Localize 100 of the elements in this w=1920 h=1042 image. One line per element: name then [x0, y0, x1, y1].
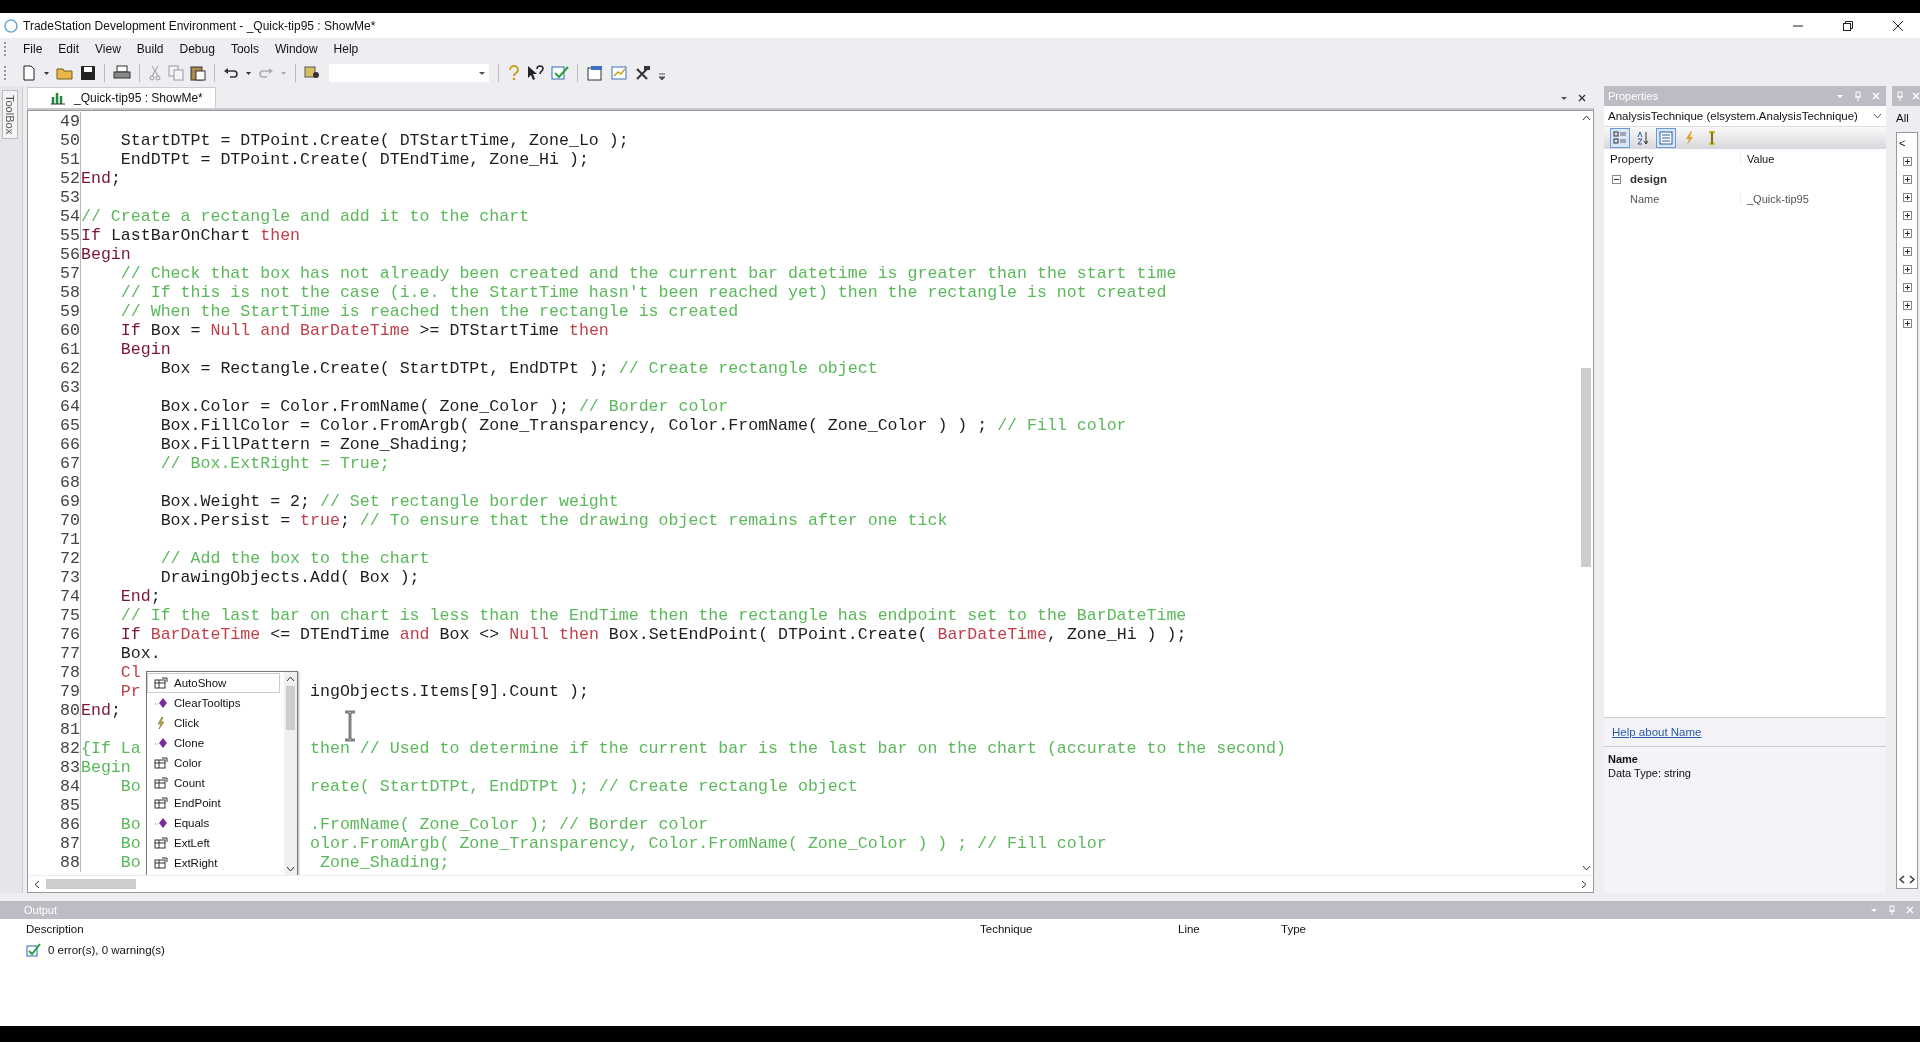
column-header[interactable]: Technique: [980, 923, 1033, 935]
line-number: 59: [59, 302, 81, 321]
dropdown-arrow-icon[interactable]: [1560, 94, 1568, 102]
property-value[interactable]: _Quick-tip95: [1740, 192, 1809, 205]
scroll-up-icon[interactable]: [286, 676, 295, 682]
property-name[interactable]: Name: [1604, 192, 1740, 205]
scrollbar-thumb[interactable]: [46, 879, 136, 889]
bar-chart-icon: [50, 91, 66, 105]
toolbox-tab[interactable]: ToolBox: [2, 90, 18, 140]
code-line: Box.FillColor = Color.FromArgb( Zone_Transparency, Color.FromName( Zone_Color ) ) ; // Fill color: [159, 416, 1127, 435]
nav-button[interactable]: <: [1899, 137, 1906, 149]
close-icon[interactable]: [1578, 94, 1586, 102]
restore-icon[interactable]: [1842, 19, 1854, 32]
expand-icon[interactable]: [1903, 229, 1912, 238]
output-message: 0 error(s), 0 warning(s): [48, 944, 165, 956]
description-text: Data Type: string: [1608, 767, 1692, 779]
column-header[interactable]: Type: [1281, 923, 1306, 935]
line-number: 67: [59, 454, 81, 473]
expand-icon[interactable]: [1903, 175, 1912, 184]
autocomplete-item[interactable]: Color: [147, 753, 284, 773]
expand-icon[interactable]: [1903, 265, 1912, 274]
scroll-down-icon[interactable]: [1581, 865, 1591, 871]
menu-item[interactable]: View: [87, 42, 129, 56]
autocomplete-item[interactable]: Clone: [147, 733, 284, 753]
lightning-icon: [154, 717, 168, 729]
autocomplete-item[interactable]: Count: [147, 773, 284, 793]
verify-icon[interactable]: [551, 65, 569, 81]
new-file-icon[interactable]: [21, 65, 37, 81]
expand-icon[interactable]: [1903, 301, 1912, 310]
categorized-icon: [1613, 131, 1627, 145]
list-icon: [1659, 131, 1673, 145]
line-number: 86: [59, 815, 81, 834]
document-tab[interactable]: _Quick-tip95 : ShowMe*: [27, 87, 216, 108]
toolbar-button[interactable]: [1656, 128, 1676, 148]
code-line: Box.: [119, 644, 161, 663]
scroll-left-icon[interactable]: [34, 879, 40, 889]
autocomplete-item[interactable]: ClearTooltips: [147, 693, 284, 713]
find-icon[interactable]: [304, 65, 322, 81]
close-icon[interactable]: [1892, 19, 1904, 32]
autocomplete-item[interactable]: Equals: [147, 813, 284, 833]
menu-item[interactable]: Tools: [222, 42, 267, 56]
collapse-icon[interactable]: [1612, 174, 1621, 184]
menu-item[interactable]: File: [15, 42, 51, 56]
context-help-icon[interactable]: [527, 65, 545, 81]
autocomplete-item[interactable]: Click: [147, 713, 284, 733]
expand-icon[interactable]: [1903, 157, 1912, 166]
code-line: Begin: [119, 340, 171, 359]
open-folder-icon[interactable]: [56, 65, 74, 81]
line-number: 49: [59, 112, 81, 131]
code-line: reate( StartDTPt, EndDTPt ); // Create rectangle object: [310, 777, 858, 796]
column-header[interactable]: Line: [1178, 923, 1200, 935]
expand-icon[interactable]: [1903, 193, 1912, 202]
line-number: 87: [59, 834, 81, 853]
expand-icon[interactable]: [1903, 247, 1912, 256]
object-selector[interactable]: AnalysisTechnique (elsystem.AnalysisTechnique): [1604, 106, 1886, 127]
expand-icon[interactable]: [1903, 319, 1912, 328]
menu-item[interactable]: Window: [266, 42, 326, 56]
column-header[interactable]: Property: [1604, 153, 1740, 165]
menu-item[interactable]: Build: [128, 42, 172, 56]
menu-item[interactable]: Help: [325, 42, 367, 56]
autocomplete-item[interactable]: EndPoint: [147, 793, 284, 813]
code-line: EndDTPt = DTPoint.Create( DTEndTime, Zone_Hi );: [119, 150, 589, 169]
window-title: TradeStation Development Environment - _Quick-tip95 : ShowMe*: [23, 18, 376, 33]
tab[interactable]: All: [1892, 106, 1920, 130]
expand-icon[interactable]: [1903, 211, 1912, 220]
autocomplete-item[interactable]: ExtLeft: [147, 833, 284, 853]
autocomplete-item[interactable]: ExtRight: [147, 853, 284, 873]
line-number: 83: [59, 758, 81, 777]
line-number: 54: [59, 207, 81, 226]
line-number: 50: [59, 131, 81, 150]
print-icon[interactable]: [113, 65, 131, 81]
line-number: 76: [59, 625, 81, 644]
properties-window-icon[interactable]: [586, 65, 604, 81]
save-icon[interactable]: [80, 65, 96, 81]
help-link[interactable]: Help about Name: [1612, 726, 1702, 738]
column-header[interactable]: Value: [1740, 153, 1775, 165]
undo-icon[interactable]: [223, 65, 239, 81]
code-line: Begin: [81, 758, 131, 777]
tools-icon[interactable]: [634, 65, 652, 81]
menu-item[interactable]: Edit: [50, 42, 88, 56]
scrollbar-thumb[interactable]: [1581, 367, 1591, 567]
code-line: Cl: [119, 663, 141, 682]
expand-icon[interactable]: [1903, 283, 1912, 292]
chevron-down-icon: [1873, 113, 1882, 119]
scrollbar-thumb[interactable]: [286, 686, 295, 730]
left-right-arrows-icon[interactable]: [1899, 875, 1915, 884]
toolbar-button[interactable]: [1610, 128, 1630, 148]
checkmark-icon: [26, 943, 42, 957]
scroll-right-icon[interactable]: [1581, 879, 1587, 889]
menu-item[interactable]: Debug: [171, 42, 223, 56]
code-line: End;: [81, 701, 121, 720]
line-number: 77: [59, 644, 81, 663]
line-number: 56: [59, 245, 81, 264]
line-number: 53: [59, 188, 81, 207]
scroll-down-icon[interactable]: [286, 866, 295, 872]
paste-icon[interactable]: [190, 65, 206, 81]
line-number: 68: [59, 473, 81, 492]
scroll-up-icon[interactable]: [1581, 115, 1591, 121]
autocomplete-item[interactable]: AutoShow: [147, 673, 280, 693]
column-header[interactable]: Description: [26, 923, 84, 935]
